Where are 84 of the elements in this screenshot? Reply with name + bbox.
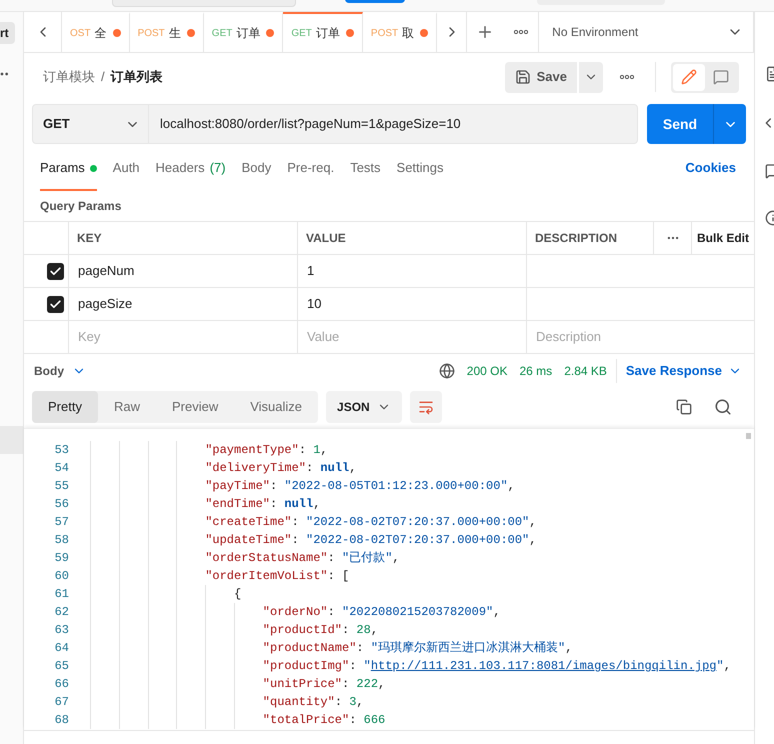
request-option-tab[interactable]: Auth — [112, 145, 140, 191]
environment-dropdown[interactable]: No Environment — [539, 12, 754, 52]
breadcrumb-current: 订单列表 — [110, 68, 163, 86]
line-number: 64 — [54, 640, 69, 657]
save-options-button[interactable] — [579, 62, 603, 92]
line-number: 67 — [54, 694, 69, 711]
request-tab[interactable]: GET 订单 — [283, 12, 363, 52]
code-line: "orderStatusName": "已付款", — [205, 550, 400, 567]
code-line: "productImg": "http://111.231.103.117:8081/images/bingqilin.jpg", — [262, 658, 731, 675]
column-header: VALUE — [298, 222, 527, 254]
cookies-link[interactable]: Cookies — [685, 145, 736, 191]
view-tab[interactable]: Pretty — [32, 391, 98, 423]
code-link[interactable]: http://111.231.103.117:8081/images/bingqilin.jpg — [370, 659, 716, 673]
save-button[interactable]: Save — [504, 62, 577, 92]
code-line: "deliveryTime": null, — [205, 460, 356, 477]
check-icon — [48, 264, 62, 278]
line-number: 54 — [54, 460, 69, 477]
line-number: 55 — [54, 478, 69, 495]
code-line: "orderItemVoList": [ — [205, 568, 350, 585]
request-tab[interactable]: POST 生 — [130, 12, 204, 52]
line-number: 65 — [54, 658, 69, 675]
wrap-button[interactable] — [410, 391, 442, 423]
checkbox[interactable] — [46, 262, 64, 280]
request-option-tab[interactable]: Settings — [396, 145, 444, 191]
body-dropdown[interactable]: Body — [34, 362, 86, 380]
response-time[interactable]: 26 ms — [520, 362, 552, 380]
request-option-tab[interactable]: Headers (7) — [156, 145, 226, 191]
status-code[interactable]: 200 OK — [466, 362, 508, 380]
param-value-cell[interactable]: 10 — [298, 288, 527, 320]
breadcrumb-separator: / — [101, 68, 105, 86]
section-title: Query Params — [40, 198, 122, 215]
view-tab[interactable]: Raw — [98, 391, 156, 423]
request-option-tab[interactable]: Params — [40, 145, 97, 191]
breadcrumb-parent[interactable]: 订单模块 — [43, 67, 95, 87]
line-number: 66 — [54, 676, 69, 693]
code-line: "quantity": 3, — [262, 694, 364, 711]
code-line: "productName": "玛琪摩尔新西兰进口冰淇淋大桶装", — [262, 640, 572, 657]
save-response-button[interactable]: Save Response — [626, 361, 742, 381]
wrap-lines-icon — [418, 399, 434, 415]
param-key-cell[interactable]: pageNum — [69, 255, 298, 287]
line-number: 56 — [54, 496, 69, 513]
line-number: 53 — [54, 442, 69, 459]
view-tab[interactable]: Visualize — [234, 391, 318, 423]
request-option-tab[interactable]: Pre-req. — [287, 145, 334, 191]
pencil-icon — [681, 69, 697, 85]
checkbox[interactable] — [46, 296, 64, 312]
code-line: "orderNo": "2022080215203782009", — [262, 604, 500, 621]
bulk-edit-button[interactable]: Bulk Edit — [692, 222, 754, 254]
request-option-tab[interactable]: Body — [242, 145, 272, 191]
code-line: "unitPrice": 222, — [262, 676, 386, 693]
line-number: 60 — [54, 568, 69, 585]
code-line: "createTime": "2022-08-02T07:20:37.000+00:00", — [205, 514, 536, 531]
code-line: { — [234, 586, 242, 603]
code-line: "payTime": "2022-08-05T01:12:23.000+00:00", — [205, 478, 515, 495]
code-line: "updateTime": "2022-08-02T07:20:37.000+00:00", — [205, 532, 536, 549]
response-size[interactable]: 2.84 KB — [564, 362, 607, 380]
line-number: 62 — [54, 604, 69, 621]
line-number: 61 — [54, 586, 69, 603]
format-dropdown[interactable]: JSON — [326, 391, 402, 423]
more-icon — [620, 75, 634, 79]
copy-icon[interactable] — [676, 399, 692, 415]
column-header: DESCRIPTION — [527, 222, 654, 254]
code-line: "endTime": null, — [205, 496, 320, 513]
comment-icon — [713, 69, 729, 85]
request-option-tab[interactable]: Tests — [350, 145, 381, 191]
line-number: 68 — [54, 712, 69, 729]
param-key-cell[interactable]: pageSize — [69, 288, 298, 320]
code-line: "paymentType": 1, — [205, 442, 328, 459]
import-button[interactable]: rt — [0, 22, 15, 44]
globe-icon[interactable] — [438, 363, 455, 379]
line-number: 58 — [54, 532, 69, 549]
scrollbar-thumb[interactable] — [746, 433, 751, 439]
param-value-cell[interactable]: 1 — [298, 255, 527, 287]
column-header: KEY — [69, 222, 298, 254]
view-tab[interactable]: Preview — [156, 391, 234, 423]
edit-button[interactable] — [673, 64, 705, 90]
check-icon — [48, 298, 62, 310]
line-number: 63 — [54, 622, 69, 639]
code-line: "productId": 28, — [262, 622, 378, 639]
search-icon[interactable] — [714, 398, 732, 416]
line-number: 57 — [54, 514, 69, 531]
more-icon — [514, 30, 528, 34]
line-number: 59 — [54, 550, 69, 567]
code-line: "totalPrice": 666 — [262, 712, 386, 729]
